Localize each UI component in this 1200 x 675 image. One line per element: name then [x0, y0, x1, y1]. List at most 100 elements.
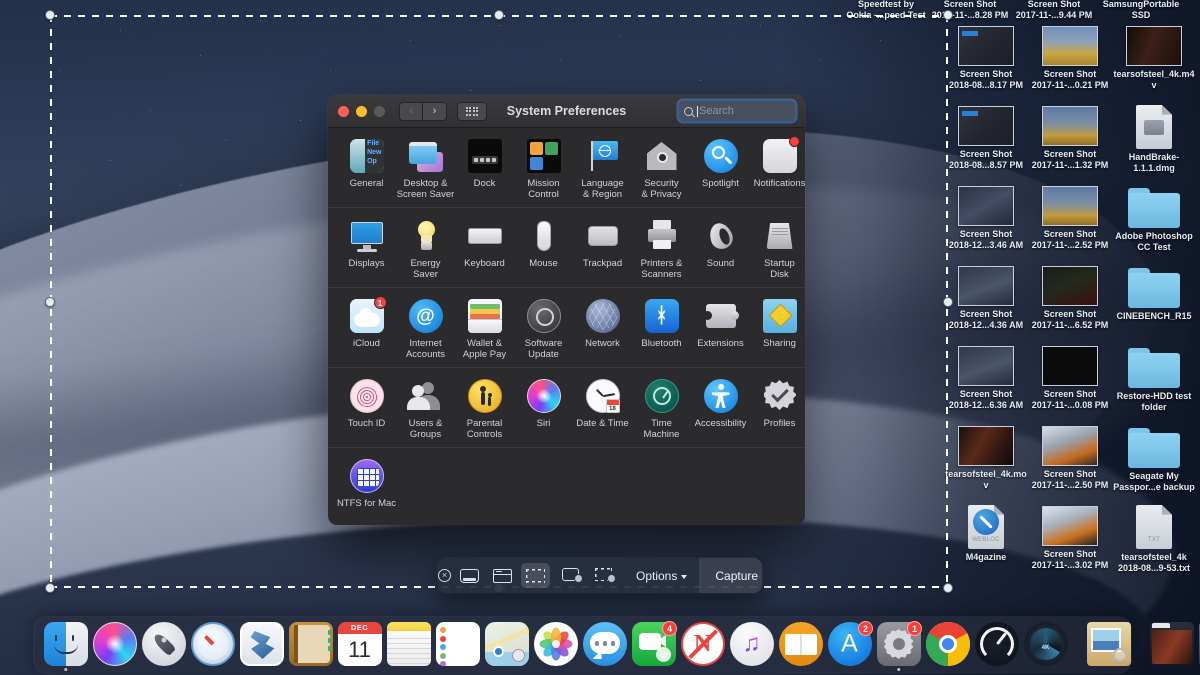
pref-pane-trackpad[interactable]: Trackpad [573, 219, 632, 280]
dock-item-downloads[interactable] [1148, 622, 1195, 669]
desktop-icon[interactable]: HandBrake-1.1.1.dmg [1112, 102, 1196, 182]
forward-button[interactable]: › [423, 102, 447, 121]
desktop-icon[interactable]: Seagate My Passpor...e backup [1112, 422, 1196, 502]
pref-pane-sound[interactable]: Sound [691, 219, 750, 280]
desktop-icon[interactable]: Screen Shot 2017-11-...0.08 PM [1028, 342, 1112, 422]
dock-item-blackmagic-disk-speed-test[interactable]: 4K [1022, 622, 1069, 669]
desktop-icon[interactable]: Screen Shot 2018-08...8.57 PM [944, 102, 1028, 182]
capture-button[interactable]: Capture [699, 558, 762, 593]
pref-pane-desktop-screen-saver[interactable]: Desktop & Screen Saver [396, 139, 455, 200]
dock-item-app-store[interactable]: A2 [826, 622, 873, 669]
pref-pane-sharing[interactable]: ⚡ Sharing [750, 299, 805, 360]
pref-pane-parental-controls[interactable]: Parental Controls [455, 379, 514, 440]
dock-item-itunes[interactable]: ♫ [728, 622, 775, 669]
desktop-icon[interactable]: Screen Shot 2018-12...4.36 AM [944, 262, 1028, 342]
desktop-icon[interactable]: Adobe Photoshop CC Test [1112, 182, 1196, 262]
dock[interactable]: DEC 11 4N♫ A2 1 4K [34, 617, 1131, 673]
marquee-handle-top-right[interactable] [943, 10, 953, 20]
pref-pane-wallet-apple-pay[interactable]: Wallet & Apple Pay [455, 299, 514, 360]
pref-pane-software-update[interactable]: Software Update [514, 299, 573, 360]
desktop-icon[interactable]: tearsofsteel_4k.m4v [1112, 22, 1196, 102]
pref-pane-printers-scanners[interactable]: Printers & Scanners [632, 219, 691, 280]
desktop-icon[interactable]: Screen Shot 2018-12...3.46 AM [944, 182, 1028, 262]
desktop-icon[interactable]: Screen Shot 2018-08...8.17 PM [944, 22, 1028, 102]
pref-pane-users-groups[interactable]: Users & Groups [396, 379, 455, 440]
desktop-icon[interactable]: Screen Shot 2017-11-...3.02 PM [1028, 502, 1112, 582]
dock-item-notes[interactable] [385, 622, 432, 669]
pref-pane-date-time[interactable]: 18 Date & Time [573, 379, 632, 440]
pref-pane-icloud[interactable]: 1 iCloud [337, 299, 396, 360]
dock-item-siri[interactable] [91, 622, 138, 669]
options-dropdown-button[interactable]: Options [624, 558, 699, 593]
record-selection-button[interactable] [591, 563, 620, 588]
pref-pane-touch-id[interactable]: Touch ID [337, 379, 396, 440]
dock-item-mail[interactable] [238, 622, 285, 669]
pref-pane-language-region[interactable]: Language & Region [573, 139, 632, 200]
desktop-icon[interactable]: CINEBENCH_R15 [1112, 262, 1196, 342]
marquee-handle-top-left[interactable] [45, 10, 55, 20]
dock-item-messages[interactable] [581, 622, 628, 669]
back-button[interactable]: ‹ [399, 102, 423, 121]
pref-pane-bluetooth[interactable]: ᚼ Bluetooth [632, 299, 691, 360]
capture-window-button[interactable] [488, 563, 517, 588]
dock-item-speedtest[interactable] [973, 622, 1020, 669]
pref-pane-internet-accounts[interactable]: @ Internet Accounts [396, 299, 455, 360]
dock-item-facetime[interactable]: 4 [630, 622, 677, 669]
dock-item-system-preferences[interactable]: 1 [875, 622, 922, 669]
record-entire-screen-button[interactable] [558, 563, 587, 588]
system-preferences-window[interactable]: ‹ › System Preferences Search File New Op G… [328, 95, 805, 525]
pref-pane-extensions[interactable]: Extensions [691, 299, 750, 360]
desktop-icon[interactable]: TXT tearsofsteel_4k 2018-08...9-53.txt [1112, 502, 1196, 582]
dock-item-photos[interactable] [532, 622, 579, 669]
dock-item-maps[interactable] [483, 622, 530, 669]
pref-pane-profiles[interactable]: Profiles [750, 379, 805, 440]
marquee-handle-bottom-left[interactable] [45, 583, 55, 593]
pref-pane-network[interactable]: Network [573, 299, 632, 360]
dock-item-books[interactable] [777, 622, 824, 669]
dock-item-finder[interactable] [42, 622, 89, 669]
marquee-handle-top-center[interactable] [494, 10, 504, 20]
pref-pane-mouse[interactable]: Mouse [514, 219, 573, 280]
pref-pane-spotlight[interactable]: Spotlight [691, 139, 750, 200]
pref-pane-mission-control[interactable]: Mission Control [514, 139, 573, 200]
dock-item-preview[interactable] [1085, 622, 1132, 669]
pref-pane-ntfs-for-mac[interactable]: NTFS for Mac [337, 459, 396, 510]
desktop-icon[interactable]: Screen Shot 2017-11-...0.21 PM [1028, 22, 1112, 102]
marquee-handle-bottom-right[interactable] [943, 583, 953, 593]
dock-item-contacts[interactable] [287, 622, 334, 669]
capture-selection-button[interactable] [521, 563, 550, 588]
dock-item-calendar[interactable]: DEC 11 [336, 622, 383, 669]
close-screenshot-toolbar-button[interactable]: × [438, 569, 451, 582]
dock-item-google-chrome[interactable] [924, 622, 971, 669]
search-input[interactable]: Search [679, 101, 795, 121]
zoom-window-button[interactable] [374, 106, 385, 117]
desktop-icon[interactable]: WEBLOC M4gazine [944, 502, 1028, 582]
pref-pane-keyboard[interactable]: Keyboard [455, 219, 514, 280]
pref-pane-time-machine[interactable]: Time Machine [632, 379, 691, 440]
pref-pane-startup-disk[interactable]: Startup Disk [750, 219, 805, 280]
dock-item-reminders[interactable] [434, 622, 481, 669]
desktop-icon[interactable]: tearsofsteel_4k.mov [944, 422, 1028, 502]
desktop-icon[interactable]: Screen Shot 2018-12...6.36 AM [944, 342, 1028, 422]
dock-item-news[interactable]: N [679, 622, 726, 669]
minimize-window-button[interactable] [356, 106, 367, 117]
desktop-icon[interactable]: Screen Shot 2017-11-...6.52 PM [1028, 262, 1112, 342]
show-all-grid-icon[interactable] [457, 102, 487, 121]
capture-entire-screen-button[interactable] [455, 563, 484, 588]
screenshot-toolbar[interactable]: × Options Capture [438, 558, 762, 593]
window-titlebar[interactable]: ‹ › System Preferences Search [328, 95, 805, 128]
pref-pane-energy-saver[interactable]: Energy Saver [396, 219, 455, 280]
marquee-handle-middle-left[interactable] [45, 297, 55, 307]
desktop-icon[interactable]: Restore-HDD test folder [1112, 342, 1196, 422]
dock-item-launchpad[interactable] [140, 622, 187, 669]
pref-pane-general[interactable]: File New Op General [337, 139, 396, 200]
dock-item-safari[interactable] [189, 622, 236, 669]
desktop-icon[interactable]: Screen Shot 2017-11-...2.50 PM [1028, 422, 1112, 502]
pref-pane-security-privacy[interactable]: Security & Privacy [632, 139, 691, 200]
marquee-handle-middle-right[interactable] [943, 297, 953, 307]
pref-pane-accessibility[interactable]: Accessibility [691, 379, 750, 440]
desktop-icon[interactable]: Screen Shot 2017-11-...1.32 PM [1028, 102, 1112, 182]
close-window-button[interactable] [338, 106, 349, 117]
pref-pane-siri[interactable]: Siri [514, 379, 573, 440]
pref-pane-dock[interactable]: Dock [455, 139, 514, 200]
